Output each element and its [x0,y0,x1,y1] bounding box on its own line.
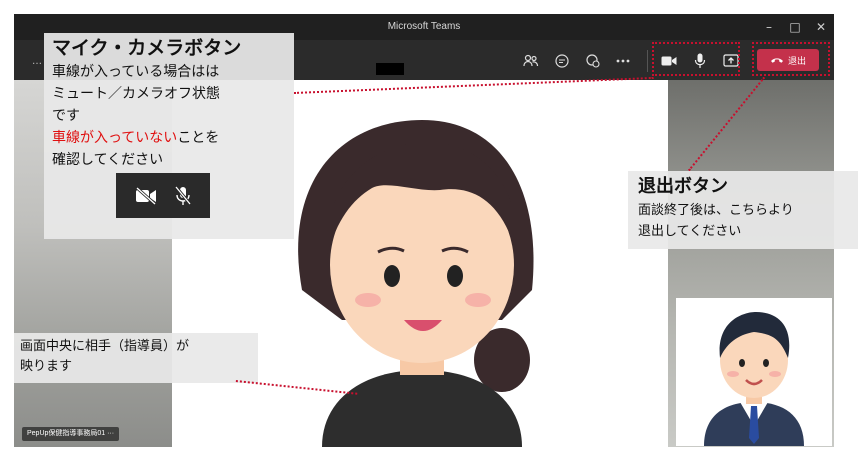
mic-camera-line-5: 確認してください [52,152,164,168]
microphone-off-icon [174,185,191,205]
red-highlight-text: 車線が入っていない [52,130,178,146]
chat-button[interactable] [551,50,573,72]
leave-heading: 退出ボタン [638,176,728,197]
reactions-button[interactable] [582,50,604,72]
toolbar-divider [647,50,648,72]
leave-highlight-box [752,42,830,76]
leave-line-2: 退出してください [638,224,742,239]
more-icon [616,59,630,63]
window-title: Microsoft Teams [387,21,461,32]
reactions-icon [586,54,600,68]
mic-camera-highlight-box [652,42,740,76]
maximize-button[interactable]: □ [784,17,806,37]
minimize-button[interactable]: – [758,17,780,37]
center-line-2: 映ります [20,359,73,374]
mic-camera-heading: マイク・カメラボタン [52,37,242,59]
leave-line-1: 面談終了後は、こちらより [638,203,794,218]
mic-camera-line-3: です [52,108,80,124]
participants-button[interactable] [520,50,542,72]
self-view-illustration [704,312,804,446]
mic-camera-line-1: 車線が入っている場合はは [52,64,220,80]
mic-camera-annotation: マイク・カメラボタン 車線が入っている場合はは ミュート／カメラオフ状態 です … [44,33,294,239]
more-actions-button[interactable] [612,50,634,72]
muted-controls-example [116,173,210,218]
mic-camera-line-4-rest: ことを [177,130,220,146]
mic-camera-line-2: ミュート／カメラオフ状態 [52,86,220,102]
camera-notch [376,63,404,75]
mic-camera-line-4: 車線が入っていないことを [52,127,286,149]
center-line-1: 画面中央に相手（指導員）が [20,339,190,354]
camera-off-icon [135,186,156,205]
participant-name-tag: PepUp保健指導事務局01 ··· [22,427,120,441]
close-window-button[interactable]: ✕ [810,17,832,37]
chat-icon [555,54,569,68]
center-annotation: 画面中央に相手（指導員）が 映ります [14,333,258,383]
participants-icon [523,54,539,67]
self-view-thumbnail [676,298,832,446]
leave-annotation: 退出ボタン 面談終了後は、こちらより 退出してください [628,171,858,249]
more-left-icon[interactable]: … [32,56,43,67]
